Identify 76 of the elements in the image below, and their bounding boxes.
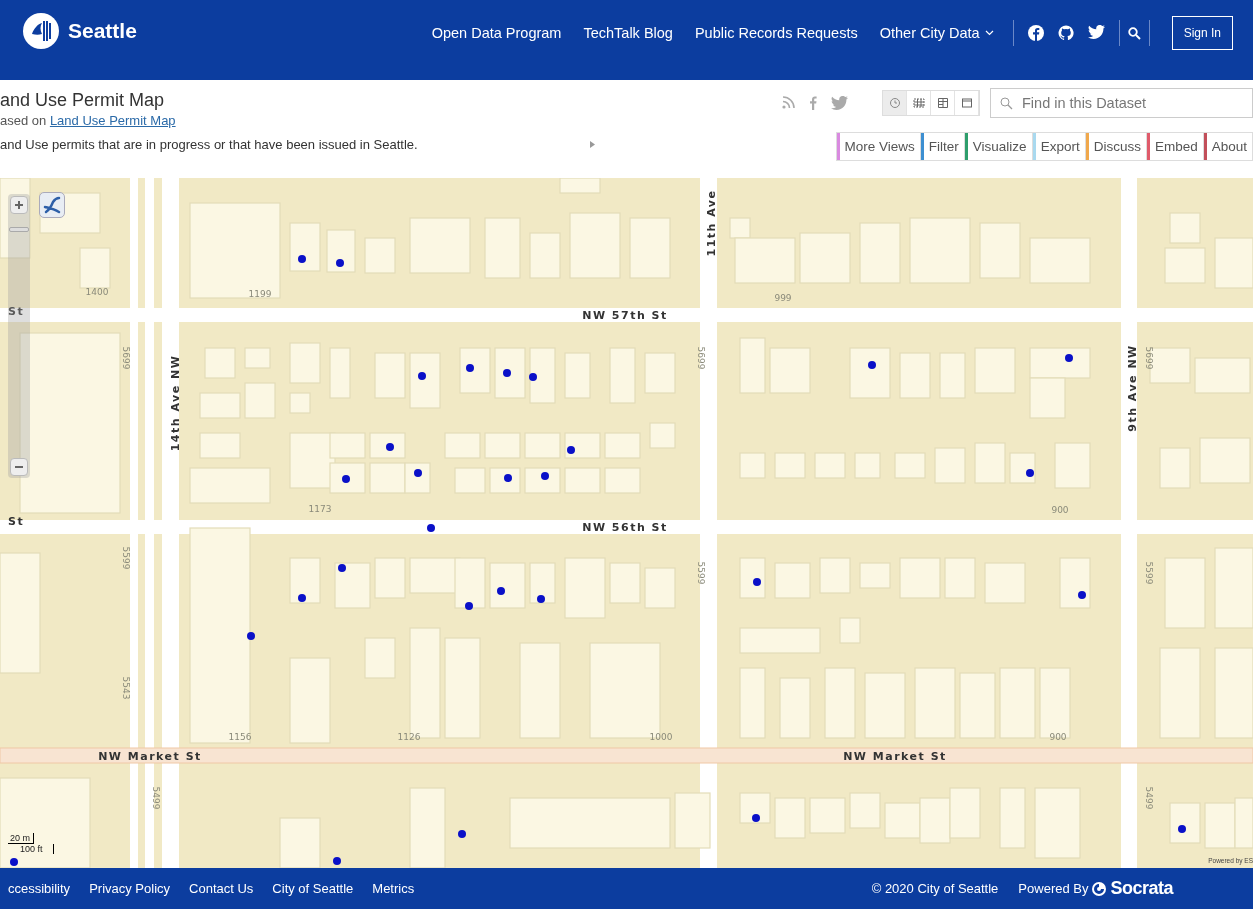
github-icon[interactable]: [1057, 25, 1074, 41]
footer-link[interactable]: Metrics: [372, 881, 415, 896]
tab[interactable]: Visualize: [964, 133, 1033, 160]
address-number: 5599: [695, 561, 706, 585]
search-icon[interactable]: [1127, 26, 1141, 40]
view-toggle-button[interactable]: [883, 91, 907, 115]
tab[interactable]: Discuss: [1085, 133, 1147, 160]
street-label: NW Market St: [98, 750, 202, 763]
address-number: 900: [1049, 732, 1067, 742]
address-number: 1000: [649, 732, 673, 742]
address-number: 999: [774, 293, 792, 303]
view-switcher[interactable]: [882, 90, 980, 116]
nav-link[interactable]: TechTalk Blog: [572, 25, 684, 41]
plus-icon: [14, 200, 24, 210]
powered-by-text: Powered By: [1018, 881, 1089, 896]
socrata-wordmark[interactable]: Socrata: [1110, 878, 1173, 899]
facebook-icon[interactable]: [1027, 25, 1044, 41]
nav-dropdown[interactable]: Other City Data: [868, 25, 1005, 41]
zoom-slider[interactable]: [8, 194, 30, 478]
copyright-text: © 2020 City of Seattle: [871, 881, 999, 896]
nav-link[interactable]: Public Records Requests: [683, 25, 869, 41]
scale-bar: 20 m: [8, 833, 34, 844]
seattle-logo-icon[interactable]: [22, 12, 60, 50]
address-number: 1173: [308, 504, 332, 514]
tab[interactable]: More Views: [836, 133, 921, 160]
tab[interactable]: About: [1203, 133, 1253, 160]
rows-icon: [936, 97, 949, 109]
footer-link[interactable]: ccessibility: [8, 881, 71, 896]
address-number: 5599: [120, 546, 131, 570]
grid-icon: [912, 97, 925, 109]
nav-link[interactable]: Open Data Program: [420, 25, 573, 41]
tab[interactable]: Embed: [1146, 133, 1204, 160]
street-label: NW 56th St: [582, 521, 668, 534]
footer-link[interactable]: Privacy Policy: [89, 881, 171, 896]
zoom-in-button[interactable]: [10, 196, 28, 214]
address-number: 5499: [1143, 786, 1154, 810]
locate-button[interactable]: [39, 192, 65, 218]
address-number: 900: [1051, 505, 1069, 515]
figure-icon: [43, 196, 61, 214]
footer-link[interactable]: Contact Us: [189, 881, 254, 896]
address-number: 5543: [120, 676, 131, 700]
address-number: 5699: [1143, 346, 1154, 370]
street-label: 9th Ave NW: [1126, 344, 1139, 432]
address-number: 5699: [695, 346, 706, 370]
address-number: 1199: [248, 289, 272, 299]
socrata-logo-icon[interactable]: [1091, 880, 1108, 897]
dataset-link[interactable]: Land Use Permit Map: [49, 113, 176, 128]
chevron-down-icon: [984, 30, 994, 36]
address-number: 1156: [228, 732, 252, 742]
street-label: 11th Ave: [705, 189, 718, 257]
dataset-title: and Use Permit Map: [0, 89, 166, 112]
address-number: 5699: [120, 346, 131, 370]
page-icon: [960, 97, 973, 109]
search-field[interactable]: Find in this Dataset: [990, 88, 1253, 118]
address-number: 1400: [85, 287, 109, 297]
based-on-text: ased on Land Use Permit Map: [0, 112, 177, 130]
scale-bar: 100 ft: [8, 844, 54, 854]
dataset-description: and Use permits that are in progress or that have been issued in Seattle.: [0, 137, 419, 152]
tab[interactable]: Export: [1032, 133, 1086, 160]
street-label: St: [8, 305, 25, 318]
address-number: 5599: [1143, 561, 1154, 585]
brand-name: Seattle: [68, 19, 137, 43]
sign-in-button[interactable]: Sign In: [1171, 16, 1233, 50]
clock-icon: [888, 97, 901, 109]
street-label: 14th Ave NW: [169, 354, 182, 452]
street-label: St: [8, 515, 25, 528]
address-number: 5499: [150, 786, 161, 810]
street-label: NW Market St: [843, 750, 947, 763]
footer-link[interactable]: City of Seattle: [272, 881, 354, 896]
address-number: 1126: [397, 732, 421, 742]
zoom-thumb[interactable]: [9, 227, 29, 233]
tab[interactable]: Filter: [920, 133, 965, 160]
street-label: NW 57th St: [582, 309, 668, 322]
expand-arrow-icon[interactable]: [590, 141, 595, 148]
twitter-icon[interactable]: [1087, 25, 1105, 39]
zoom-out-button[interactable]: [10, 458, 28, 476]
